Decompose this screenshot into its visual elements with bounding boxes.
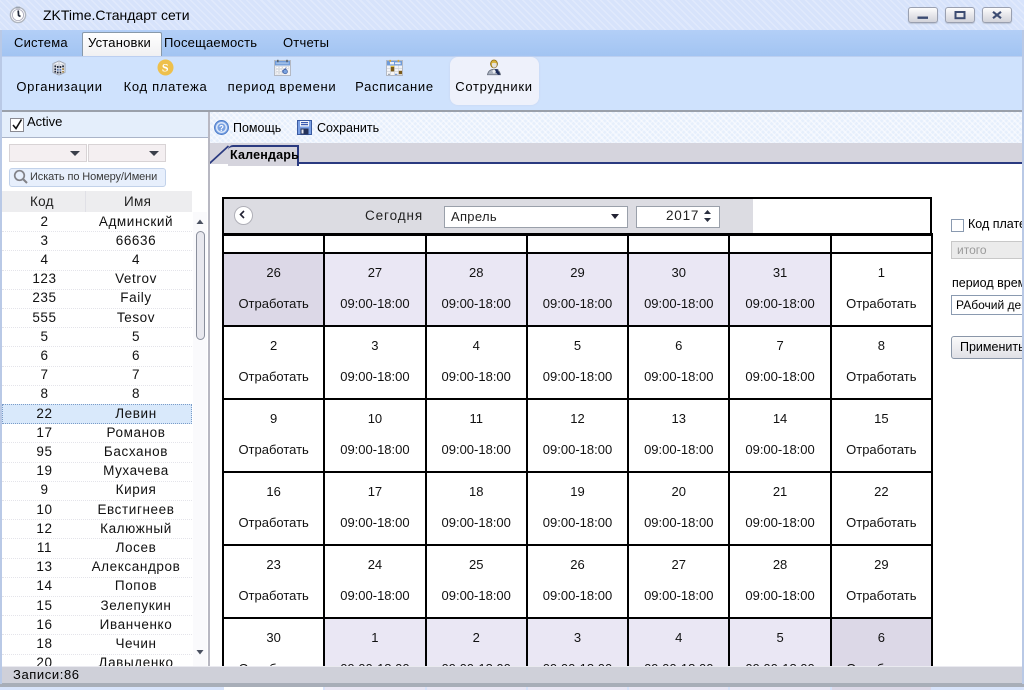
svg-text:S: S bbox=[162, 61, 169, 75]
svg-text:?: ? bbox=[219, 124, 224, 133]
